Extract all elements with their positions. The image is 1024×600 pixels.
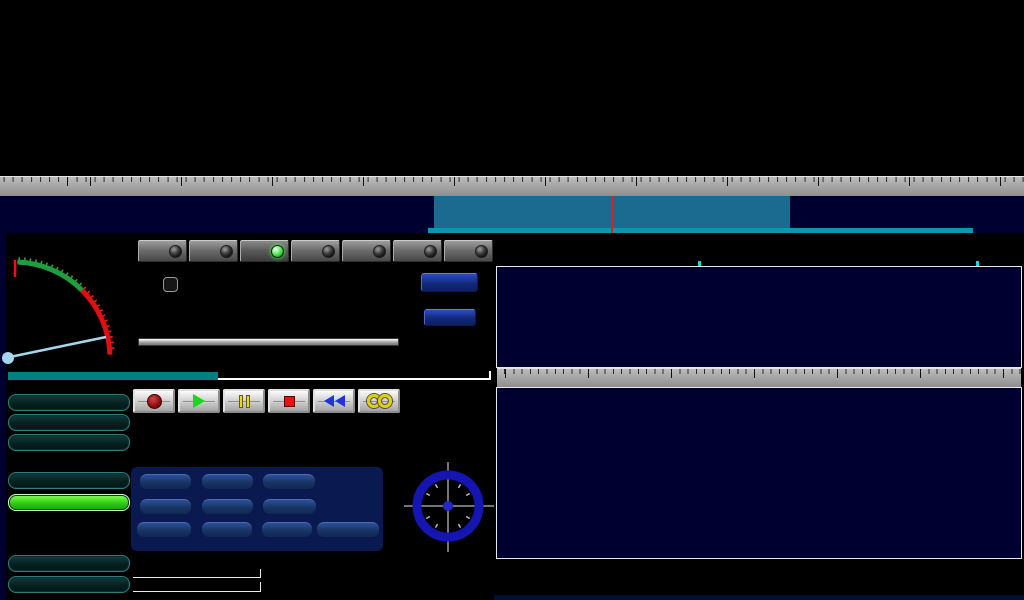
mode-button-cw[interactable] [393, 240, 442, 262]
main-frequency-ruler[interactable] [0, 176, 1024, 196]
main-waterfall-display[interactable] [0, 0, 1024, 176]
band-progress-bar [8, 372, 218, 380]
needle-pivot [2, 352, 14, 364]
phase-tick [459, 484, 461, 487]
mode-led-indicator [322, 245, 335, 258]
ruler-major-ticks [497, 369, 1021, 378]
audio-spectrum-frame [496, 387, 1022, 559]
mode-button-drm[interactable] [444, 240, 493, 262]
dsp-button-cw-peak[interactable] [262, 522, 312, 537]
audio-waterfall-display[interactable] [497, 267, 1021, 367]
sidebar-button-options[interactable] [8, 434, 130, 451]
stop-icon [284, 396, 295, 407]
band-progress-track [218, 378, 490, 380]
mode-button-usb[interactable] [342, 240, 391, 262]
mode-led-indicator [475, 245, 488, 258]
mode-led-indicator [373, 245, 386, 258]
phase-tick [436, 484, 438, 487]
pause-button[interactable] [223, 389, 265, 413]
phase-tick [459, 524, 461, 527]
loop-icon [367, 394, 392, 408]
cpu-total-bar-track [133, 582, 261, 592]
extio-button[interactable] [424, 309, 476, 326]
dsp-button-nb[interactable] [202, 474, 253, 489]
rewind-button[interactable] [313, 389, 355, 413]
main-spectrum-display[interactable] [0, 196, 1024, 233]
freqmgr-button[interactable] [421, 273, 478, 292]
sidebar-button-samplerate[interactable] [8, 414, 130, 431]
lo-autolock-button[interactable] [163, 277, 178, 292]
dsp-panel [131, 467, 383, 551]
stop-button[interactable] [268, 389, 310, 413]
mode-button-am[interactable] [138, 240, 187, 262]
phase-tick [426, 494, 429, 496]
s-meter [2, 246, 120, 380]
mode-button-fm[interactable] [240, 240, 289, 262]
sidebar-button-exit[interactable] [8, 576, 130, 593]
dsp-button-agc-off[interactable] [202, 499, 253, 514]
sidebar-button-full-screen[interactable] [8, 494, 130, 511]
main-spectrum-trace [0, 196, 1024, 233]
sidebar-button-minimize[interactable] [8, 555, 130, 572]
dsp-button-cw-fullbw[interactable] [317, 522, 379, 537]
ruler-major-ticks [0, 177, 1024, 186]
phase-tick [466, 494, 469, 496]
phase-dot [443, 501, 453, 511]
dsp-button-cw-zap[interactable] [137, 522, 191, 537]
mode-button-lsb[interactable] [291, 240, 340, 262]
volume-slider[interactable] [138, 338, 399, 346]
play-icon [193, 394, 205, 408]
phase-indicator [404, 462, 494, 552]
phase-tick [436, 524, 438, 527]
record-button[interactable] [133, 389, 175, 413]
dsp-button-cw-afc[interactable] [202, 522, 252, 537]
record-icon [147, 394, 162, 409]
mode-led-indicator [220, 245, 233, 258]
tune-frequency-line [611, 196, 613, 233]
mode-led-indicator [271, 245, 284, 258]
mode-led-indicator [169, 245, 182, 258]
cpu-sdr-bar-track [133, 569, 261, 578]
sidebar-button-info-update[interactable] [8, 472, 130, 489]
hdsdr-window [0, 0, 1024, 600]
audio-frequency-ruler[interactable] [497, 368, 1021, 387]
dsp-button-despread[interactable] [263, 499, 316, 514]
dsp-button-notch[interactable] [263, 474, 315, 489]
loop-button[interactable] [358, 389, 400, 413]
pause-icon [239, 395, 250, 408]
display-controls-top [494, 235, 1024, 268]
dsp-button-mute[interactable] [140, 499, 191, 514]
phase-tick [466, 517, 469, 519]
sidebar-button-soundcard[interactable] [8, 394, 130, 411]
play-button[interactable] [178, 389, 220, 413]
audio-waterfall-frame [496, 266, 1022, 368]
phase-tick [426, 517, 429, 519]
rewind-icon [323, 395, 345, 407]
dsp-button-nr[interactable] [140, 474, 191, 489]
audio-spectrum-display[interactable] [497, 388, 1021, 558]
band-progress-end-tick [489, 371, 491, 380]
mode-led-indicator [424, 245, 437, 258]
meter-needle [5, 337, 106, 358]
mode-button-ecss[interactable] [189, 240, 238, 262]
bottom-edge-strip [494, 595, 1024, 600]
